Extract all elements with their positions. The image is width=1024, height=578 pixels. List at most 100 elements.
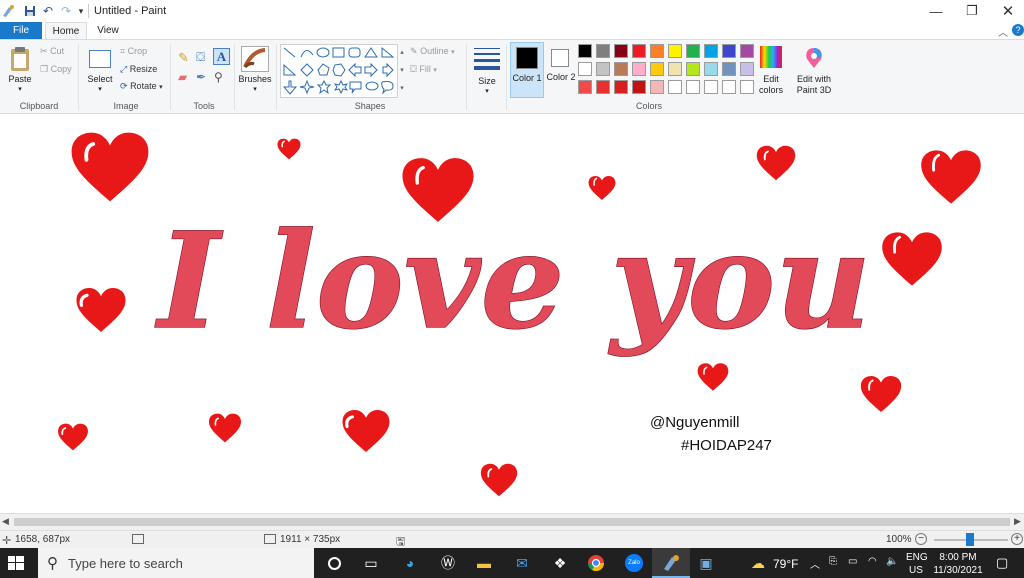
paste-button[interactable]: Paste ▾ bbox=[6, 44, 34, 96]
paint-app-icon[interactable] bbox=[0, 3, 16, 19]
battery-icon[interactable]: ▭ bbox=[848, 556, 857, 567]
edit-with-paint3d-button[interactable]: Edit with Paint 3D bbox=[794, 44, 834, 98]
color2-button[interactable]: Color 2 bbox=[546, 42, 576, 98]
palette-swatch[interactable] bbox=[578, 80, 592, 94]
windows-start-icon[interactable] bbox=[8, 556, 24, 570]
task-view-icon[interactable]: ▭ bbox=[361, 553, 381, 573]
palette-swatch[interactable] bbox=[632, 80, 646, 94]
size-button[interactable]: Size ▾ bbox=[470, 44, 504, 98]
palette-swatch[interactable] bbox=[578, 62, 592, 76]
palette-swatch[interactable] bbox=[686, 80, 700, 94]
device-icon[interactable]: ⎘ bbox=[829, 556, 837, 567]
copy-button[interactable]: ❐ Copy bbox=[40, 64, 72, 75]
palette-swatch[interactable] bbox=[722, 62, 736, 76]
drawing-canvas[interactable]: I love you @Nguyenmill #HOIDAP247 bbox=[0, 115, 1024, 513]
minimize-button[interactable]: — bbox=[918, 2, 954, 20]
size-dropdown-icon[interactable]: ▾ bbox=[470, 87, 504, 95]
undo-icon[interactable]: ↶ bbox=[40, 3, 56, 19]
collapse-ribbon-icon[interactable]: ︿ bbox=[998, 24, 1008, 39]
palette-swatch[interactable] bbox=[650, 80, 664, 94]
palette-swatch[interactable] bbox=[632, 62, 646, 76]
palette-swatch[interactable] bbox=[668, 80, 682, 94]
zoom-slider-thumb[interactable] bbox=[966, 533, 974, 546]
notification-icon[interactable]: ▢ bbox=[996, 555, 1008, 571]
paint-taskbar-button[interactable] bbox=[652, 548, 690, 578]
palette-swatch[interactable] bbox=[722, 44, 736, 58]
tab-file[interactable]: File bbox=[0, 22, 42, 39]
close-button[interactable]: ✕ bbox=[990, 2, 1024, 20]
network-icon[interactable]: ◠ bbox=[868, 556, 877, 567]
cut-button[interactable]: ✂ Cut bbox=[40, 46, 64, 57]
clock[interactable]: 8:00 PM 11/30/2021 bbox=[930, 551, 986, 577]
eraser-icon[interactable]: ▰ bbox=[178, 70, 192, 84]
rotate-button[interactable]: ⟳ Rotate ▾ bbox=[120, 81, 163, 92]
scrollbar-thumb[interactable] bbox=[14, 518, 1010, 526]
pencil-icon[interactable]: ✎ bbox=[178, 50, 192, 65]
weather-icon[interactable]: ☁ bbox=[748, 553, 768, 573]
tab-view[interactable]: View bbox=[90, 22, 126, 39]
language-indicator[interactable]: ENG US bbox=[906, 551, 928, 577]
palette-swatch[interactable] bbox=[668, 44, 682, 58]
taskbar-search-box[interactable]: ⚲ Type here to search bbox=[38, 548, 314, 578]
select-button[interactable]: Select ▾ bbox=[84, 44, 116, 96]
outline-button[interactable]: ✎ Outline ▾ bbox=[410, 46, 455, 57]
zoom-out-button[interactable]: − bbox=[915, 533, 927, 545]
palette-swatch[interactable] bbox=[632, 44, 646, 58]
app-icon[interactable]: Ⓦ bbox=[438, 553, 458, 573]
palette-swatch[interactable] bbox=[740, 44, 754, 58]
edge-icon[interactable]: ◕ bbox=[400, 553, 420, 573]
palette-swatch[interactable] bbox=[596, 80, 610, 94]
color-picker-icon[interactable]: ✒ bbox=[196, 70, 210, 84]
brushes-dropdown-icon[interactable]: ▾ bbox=[238, 85, 272, 93]
palette-swatch[interactable] bbox=[614, 80, 628, 94]
redo-icon[interactable]: ↷ bbox=[58, 3, 74, 19]
scroll-left-icon[interactable]: ◀ bbox=[2, 516, 9, 527]
text-tool-icon[interactable]: A bbox=[213, 48, 230, 65]
help-icon[interactable]: ? bbox=[1012, 24, 1024, 36]
color1-button[interactable]: Color 1 bbox=[510, 42, 544, 98]
photos-icon[interactable]: ▣ bbox=[696, 553, 716, 573]
zoom-in-button[interactable]: + bbox=[1011, 533, 1023, 545]
palette-swatch[interactable] bbox=[686, 44, 700, 58]
tray-chevron-icon[interactable]: ︿ bbox=[810, 556, 820, 571]
resize-button[interactable]: ⤢ Resize bbox=[120, 64, 157, 75]
fill-bucket-icon[interactable]: ⛋ bbox=[196, 50, 210, 64]
scroll-right-icon[interactable]: ▶ bbox=[1014, 516, 1021, 527]
maximize-button[interactable]: ❐ bbox=[954, 2, 990, 20]
edit-colors-button[interactable]: Edit colors bbox=[756, 44, 786, 98]
volume-icon[interactable]: 🔈 bbox=[886, 556, 898, 567]
shapes-scroll-icon[interactable]: ▴ ▾ ▾ bbox=[398, 44, 406, 98]
palette-swatch[interactable] bbox=[596, 62, 610, 76]
customize-qat-icon[interactable]: ▾ bbox=[73, 3, 89, 19]
palette-swatch[interactable] bbox=[722, 80, 736, 94]
tab-home[interactable]: Home bbox=[45, 22, 87, 39]
palette-swatch[interactable] bbox=[704, 44, 718, 58]
brushes-button[interactable]: Brushes ▾ bbox=[238, 44, 272, 96]
palette-swatch[interactable] bbox=[704, 62, 718, 76]
chrome-icon[interactable] bbox=[586, 553, 606, 573]
palette-swatch[interactable] bbox=[650, 44, 664, 58]
palette-swatch[interactable] bbox=[704, 80, 718, 94]
palette-swatch[interactable] bbox=[668, 62, 682, 76]
crop-label: Crop bbox=[127, 46, 148, 56]
dropbox-icon[interactable]: ❖ bbox=[550, 553, 570, 573]
mail-icon[interactable]: ✉ bbox=[512, 553, 532, 573]
zalo-icon[interactable]: Zalo bbox=[624, 553, 644, 573]
palette-swatch[interactable] bbox=[614, 44, 628, 58]
paste-dropdown-icon[interactable]: ▾ bbox=[6, 85, 34, 93]
brush-icon bbox=[241, 46, 269, 72]
cortana-icon[interactable] bbox=[324, 553, 344, 573]
palette-swatch[interactable] bbox=[596, 44, 610, 58]
file-explorer-icon[interactable]: ▬ bbox=[474, 553, 494, 573]
crop-button[interactable]: ⌗ Crop bbox=[120, 46, 147, 57]
fill-button[interactable]: ⛋ Fill ▾ bbox=[410, 64, 437, 75]
select-dropdown-icon[interactable]: ▾ bbox=[84, 85, 116, 93]
save-icon[interactable] bbox=[22, 3, 38, 19]
horizontal-scrollbar[interactable]: ◀ ▶ bbox=[0, 513, 1024, 530]
palette-swatch[interactable] bbox=[614, 62, 628, 76]
palette-swatch[interactable] bbox=[650, 62, 664, 76]
magnifier-icon[interactable]: ⚲ bbox=[214, 70, 228, 84]
palette-swatch[interactable] bbox=[578, 44, 592, 58]
palette-swatch[interactable] bbox=[686, 62, 700, 76]
shapes-gallery[interactable] bbox=[280, 44, 398, 98]
